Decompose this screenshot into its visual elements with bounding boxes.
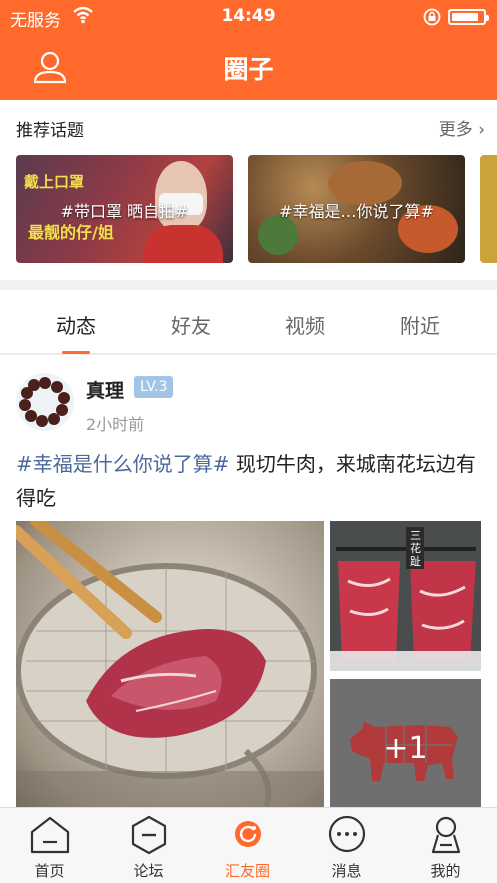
section-title: 推荐话题 (16, 121, 84, 141)
nav-forum[interactable]: 论坛 (99, 808, 198, 883)
nav-messages[interactable]: 消息 (297, 808, 396, 883)
side-image-caption: 三花趾 (410, 529, 421, 568)
beef-slices-photo (330, 521, 481, 671)
nav-label: 我的 (430, 862, 461, 880)
beef-strainer-photo (16, 521, 324, 807)
page-title: 圈子 (223, 55, 274, 84)
nav-label: 论坛 (133, 862, 164, 880)
feed-post: 真理 LV.3 2小时前 #幸福是什么你说了算# 现切牛肉，来城南花坛边有得吃 (0, 355, 497, 807)
hashtag-link[interactable]: #幸福是什么你说了算# (16, 452, 230, 476)
nav-home[interactable]: 首页 (0, 808, 99, 883)
topic-art-text: 最靓的仔/姐 (28, 223, 114, 242)
active-tab-indicator (62, 351, 90, 354)
post-content: #幸福是什么你说了算# 现切牛肉，来城南花坛边有得吃 (16, 447, 481, 515)
topic-tag: #带口罩 晒自拍# (60, 202, 189, 221)
tab-dynamic[interactable]: 动态 (14, 290, 138, 354)
post-image[interactable]: 三花趾 (330, 521, 481, 671)
tab-friends[interactable]: 好友 (129, 290, 253, 354)
nav-label: 首页 (34, 862, 65, 880)
recommended-topics: 推荐话题 更多 › 戴上口罩 最靓的仔/姐 #带口罩 晒自拍# #幸福是…你说了… (0, 100, 497, 280)
post-time: 2小时前 (86, 415, 145, 434)
topic-card[interactable]: 戴上口罩 最靓的仔/姐 #带口罩 晒自拍# (16, 155, 233, 263)
post-image[interactable] (16, 521, 324, 807)
level-badge: LV.3 (134, 376, 174, 398)
nav-profile[interactable]: 我的 (396, 808, 495, 883)
bead-bracelet-image (19, 377, 70, 427)
rotation-lock-icon (423, 8, 441, 26)
chevron-right-icon: › (478, 120, 485, 140)
more-images-tile[interactable]: +1 (330, 679, 481, 807)
feed-tabs: 动态 好友 视频 附近 (0, 290, 497, 354)
bottom-navigation: 首页 论坛 汇友圈 消息 我的 (0, 807, 497, 883)
more-images-count: +1 (383, 731, 428, 766)
nav-label: 汇友圈 (224, 862, 270, 880)
nav-circle[interactable]: 汇友圈 (198, 808, 297, 883)
battery-icon (448, 9, 489, 25)
username[interactable]: 真理 (86, 376, 124, 403)
topic-art-text: 戴上口罩 (24, 173, 85, 191)
more-link[interactable]: 更多 › (439, 115, 485, 140)
tab-video[interactable]: 视频 (243, 290, 367, 354)
circle-icon (235, 821, 261, 847)
topic-tag: #幸福是…你说了算# (279, 202, 434, 221)
tab-nearby[interactable]: 附近 (358, 290, 482, 354)
battery-level (452, 13, 478, 21)
status-bar: 无服务 14:49 (0, 0, 497, 34)
forum-icon (131, 815, 167, 855)
topic-card[interactable] (480, 155, 497, 263)
profile-icon (431, 816, 461, 854)
nav-label: 消息 (331, 862, 362, 880)
topic-card[interactable]: #幸福是…你说了算# (248, 155, 465, 263)
home-icon (30, 816, 70, 854)
more-label: 更多 (438, 120, 473, 140)
message-icon (328, 815, 366, 853)
app-header: 圈子 (0, 34, 497, 100)
avatar[interactable] (16, 373, 74, 431)
